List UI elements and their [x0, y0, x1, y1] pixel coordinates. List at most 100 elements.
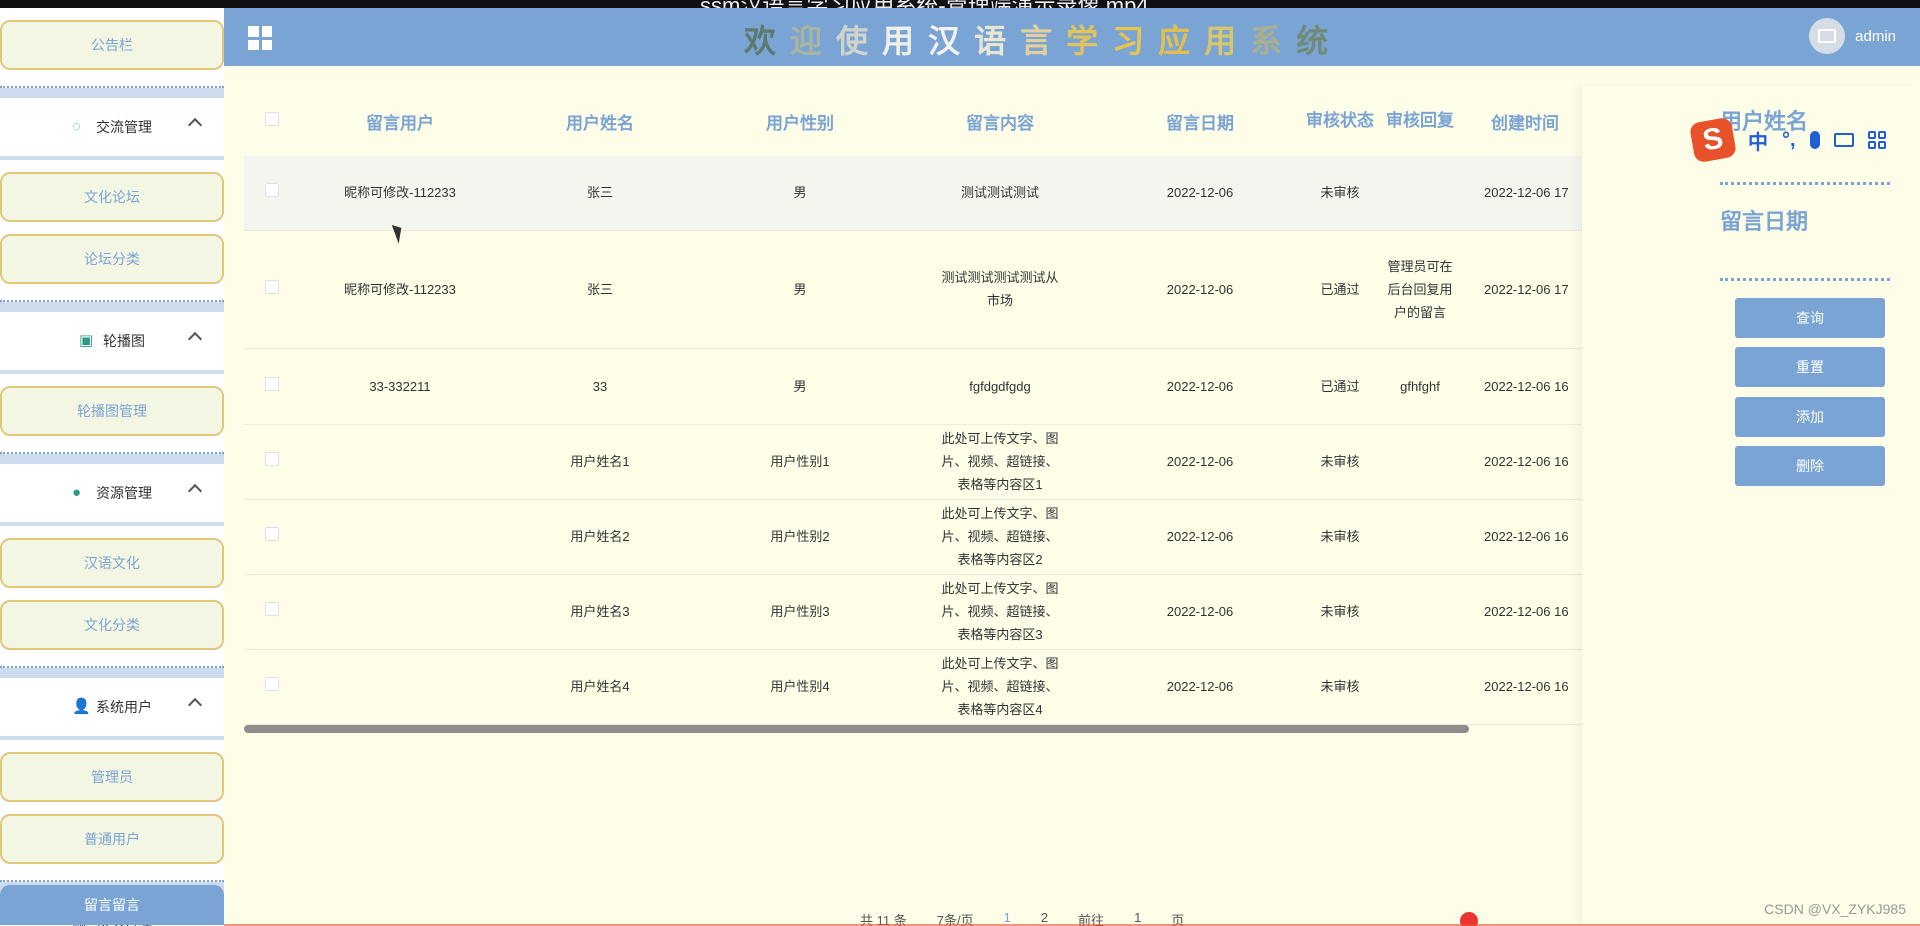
- menu-grid-icon[interactable]: [248, 26, 272, 50]
- sidebar-item-label: 汉语文化: [84, 555, 140, 571]
- chat-icon: ◌: [72, 118, 81, 135]
- table-cell: 昵称可修改-112233: [300, 230, 500, 349]
- sidebar-item[interactable]: 论坛分类: [0, 234, 224, 284]
- table-cell: 男: [700, 348, 900, 425]
- sidebar-item-label: 管理员: [91, 769, 133, 785]
- keyboard-icon[interactable]: [1833, 133, 1854, 147]
- table-cell: 用户姓名2: [500, 499, 700, 575]
- delete-button[interactable]: 删除: [1735, 446, 1885, 486]
- chevron-up-icon[interactable]: [187, 697, 203, 713]
- image-icon: [1818, 29, 1837, 43]
- col-header: 审核回复: [1386, 111, 1454, 130]
- chevron-up-icon[interactable]: [187, 117, 203, 133]
- table-row[interactable]: 33-332211 33 男 fgfdgdfgdg 2022-12-06 已通过 gfhfg…: [244, 348, 1704, 425]
- ime-toolbar[interactable]: S 中 °,: [1688, 116, 1920, 164]
- table-cell: 33: [500, 348, 700, 425]
- sidebar-group-label: 交流管理: [96, 119, 152, 135]
- microphone-icon[interactable]: [1809, 131, 1820, 149]
- title-char: 用: [882, 23, 929, 59]
- sidebar-item[interactable]: 文化论坛: [0, 172, 224, 222]
- sidebar-item[interactable]: 普通用户: [0, 814, 224, 864]
- sidebar-item-label: 公告栏: [91, 37, 133, 53]
- table-row[interactable]: 用户姓名4 用户性别4 此处可上传文字、图片、视频、超链接、表格等内容区4 2022-…: [244, 649, 1704, 725]
- table-cell: 2022-12-06 16: [1460, 499, 1590, 575]
- table-cell: [1380, 649, 1460, 725]
- table-cell: 用户性别2: [700, 499, 900, 575]
- row-select-cell: [244, 424, 300, 500]
- table-cell: 2022-12-06 16: [1460, 348, 1590, 425]
- sidebar-group[interactable]: ◌ 交流管理: [0, 98, 224, 156]
- table-row[interactable]: 用户姓名2 用户性别2 此处可上传文字、图片、视频、超链接、表格等内容区2 2022-…: [244, 499, 1704, 575]
- table-cell: 未审核: [1300, 424, 1380, 500]
- table-cell: [300, 649, 500, 725]
- reset-button[interactable]: 重置: [1735, 347, 1885, 387]
- table-cell: 2022-12-06 16: [1460, 649, 1590, 725]
- sidebar-group[interactable]: ● 资源管理: [0, 464, 224, 522]
- table-row[interactable]: 昵称可修改-112233 张三男测试测试测试 2022-12-06 未审核 2022-1…: [244, 156, 1704, 231]
- search-button[interactable]: 查询: [1735, 298, 1885, 338]
- sidebar-item[interactable]: 汉语文化: [0, 538, 224, 588]
- table-row[interactable]: 用户姓名3 用户性别3 此处可上传文字、图片、视频、超链接、表格等内容区3 2022-…: [244, 574, 1704, 650]
- table-cell: 2022-12-06: [1100, 574, 1300, 650]
- divider: [0, 370, 224, 374]
- table-cell: 未审核: [1300, 574, 1380, 650]
- title-char: 系: [1250, 23, 1297, 59]
- sidebar-item[interactable]: 文化分类: [0, 600, 224, 650]
- divider: [1720, 182, 1890, 185]
- row-checkbox[interactable]: [265, 677, 279, 691]
- sidebar-item-active[interactable]: 留言留言: [0, 885, 224, 925]
- add-button[interactable]: 添加: [1735, 397, 1885, 437]
- table-cell: 2022-12-06: [1100, 649, 1300, 725]
- col-header: 创建时间: [1491, 113, 1559, 133]
- sidebar-item[interactable]: 轮播图管理: [0, 386, 224, 436]
- row-checkbox[interactable]: [265, 527, 279, 541]
- search-field-label: 留言日期: [1720, 209, 1809, 234]
- table-row[interactable]: 用户姓名1 用户性别1 此处可上传文字、图片、视频、超链接、表格等内容区1 2022-…: [244, 424, 1704, 500]
- row-checkbox[interactable]: [265, 602, 279, 616]
- sidebar-group[interactable]: 👤 系统用户: [0, 678, 224, 736]
- top-header: 欢迎使用汉语言学习应用系统 admin: [224, 8, 1920, 66]
- table-cell: 此处可上传文字、图片、视频、超链接、表格等内容区3: [900, 574, 1100, 650]
- divider: [1720, 278, 1890, 281]
- sidebar-item-label: 轮播图管理: [77, 403, 147, 419]
- ime-punct[interactable]: °,: [1782, 129, 1796, 152]
- user-icon: 👤: [72, 698, 91, 715]
- ime-mode[interactable]: 中: [1748, 126, 1768, 155]
- sidebar-item[interactable]: 管理员: [0, 752, 224, 802]
- row-checkbox[interactable]: [265, 452, 279, 466]
- row-select-cell: [244, 574, 300, 650]
- horizontal-scrollbar[interactable]: [244, 725, 1469, 733]
- title-char: 用: [1204, 23, 1251, 59]
- watermark: CSDN @VX_ZYKJ985: [1764, 901, 1906, 917]
- title-char: 习: [1112, 23, 1159, 59]
- chevron-up-icon[interactable]: [187, 331, 203, 347]
- sidebar-group-label: 资源管理: [96, 485, 152, 501]
- table-header-row: 留言用户 用户姓名 用户性别 留言内容 留言日期 审核状态 审核回复 创建时间 …: [244, 86, 1704, 156]
- divider: [0, 650, 224, 668]
- user-menu[interactable]: admin: [1809, 18, 1896, 54]
- table-cell: 未审核: [1300, 156, 1380, 231]
- sidebar-item-label: 普通用户: [84, 831, 140, 847]
- title-char: 应: [1158, 23, 1205, 59]
- table-cell: 男: [700, 230, 900, 349]
- apps-grid-icon[interactable]: [1867, 131, 1886, 149]
- table-row[interactable]: 昵称可修改-112233 张三男测试测试测试测试从市场 2022-12-06 已通过管…: [244, 230, 1704, 349]
- table-cell: [300, 424, 500, 500]
- title-char: 语: [974, 23, 1021, 59]
- row-checkbox[interactable]: [265, 279, 279, 294]
- row-checkbox[interactable]: [265, 183, 279, 198]
- select-all-checkbox[interactable]: [265, 112, 279, 126]
- sidebar-item-label: 留言留言: [84, 897, 140, 913]
- row-checkbox[interactable]: [265, 376, 279, 391]
- table-cell: [300, 574, 500, 650]
- table-cell: 男: [700, 156, 900, 231]
- table-cell: [1380, 424, 1460, 500]
- table-cell: 用户性别4: [700, 649, 900, 725]
- sidebar-item[interactable]: 公告栏: [0, 20, 224, 70]
- divider: [0, 668, 224, 678]
- col-header: 用户姓名: [566, 113, 634, 133]
- chevron-up-icon[interactable]: [187, 483, 203, 499]
- title-char: 迎: [790, 23, 837, 59]
- sogou-logo-icon: S: [1688, 116, 1738, 164]
- sidebar-group[interactable]: ▣ 轮播图: [0, 312, 224, 370]
